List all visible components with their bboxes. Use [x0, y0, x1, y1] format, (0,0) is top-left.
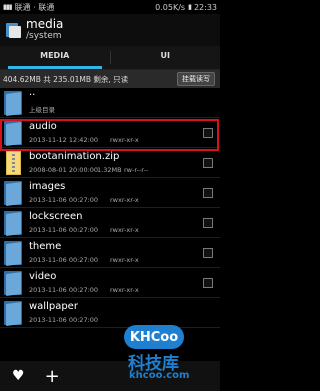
battery-icon: ▮ [188, 3, 192, 11]
file-date: 2013-11-06 00:27:00 [29, 286, 99, 294]
select-checkbox[interactable] [203, 278, 213, 288]
clock: 22:33 [193, 2, 217, 12]
folder-icon [4, 121, 22, 147]
heart-icon[interactable]: ♥ [12, 368, 25, 384]
tab-ui[interactable]: UI [111, 46, 221, 69]
folder-icon [4, 91, 22, 117]
network-speed: 0.05K/s [155, 2, 186, 12]
list-item-wallpaper[interactable]: wallpaper 2013-11-06 00:27:00 [0, 298, 220, 328]
list-item-theme[interactable]: theme 2013-11-06 00:27:00 rwxr-xr-x [0, 238, 220, 268]
folder-icon [4, 241, 22, 267]
file-name: wallpaper [29, 301, 78, 312]
storage-info-bar: 404.62MB 共 235.01MB 剩余, 只读 挂载读写 [0, 70, 220, 88]
file-permissions: rwxr-xr-x [110, 256, 139, 264]
zip-file-icon [4, 151, 22, 175]
file-size: 1.32MB [97, 166, 122, 174]
file-name: audio [29, 121, 57, 132]
mount-rw-button[interactable]: 挂载读写 [177, 72, 215, 86]
file-date: 2013-11-06 00:27:00 [29, 196, 99, 204]
select-checkbox[interactable] [203, 188, 213, 198]
file-date: 2013-11-12 12:42:00 [29, 136, 99, 144]
status-bar: ▮▮▮ 联通 · 联通 0.05K/s ▮ 22:33 [0, 0, 220, 14]
list-item-video[interactable]: video 2013-11-06 00:27:00 rwxr-xr-x [0, 268, 220, 298]
list-item-parent[interactable]: .. 上级目录 [0, 88, 220, 118]
plus-icon[interactable]: + [45, 366, 60, 387]
folder-icon [4, 181, 22, 207]
file-date: 2013-11-06 00:27:00 [29, 226, 99, 234]
file-name: bootanimation.zip [29, 151, 120, 162]
file-name: .. [29, 88, 36, 98]
file-permissions: rwxr-xr-x [110, 226, 139, 234]
bottom-toolbar: ♥ + [0, 361, 220, 391]
file-name: images [29, 181, 66, 192]
folder-title: media [26, 17, 64, 31]
storage-info: 404.62MB 共 235.01MB 剩余, 只读 [3, 74, 129, 84]
file-permissions: rwxr-xr-x [110, 286, 139, 294]
carrier-text: 联通 · 联通 [14, 2, 55, 12]
file-list: .. 上级目录 audio 2013-11-12 12:42:00 rwxr-x… [0, 88, 220, 361]
file-date: 2013-11-06 00:27:00 [29, 316, 99, 324]
folder-icon [4, 271, 22, 297]
folder-icon [4, 211, 22, 237]
select-checkbox[interactable] [203, 218, 213, 228]
file-meta: 上级目录 [29, 106, 55, 114]
select-checkbox[interactable] [203, 248, 213, 258]
select-checkbox[interactable] [203, 158, 213, 168]
file-name: video [29, 271, 57, 282]
file-permissions: rwxr-xr-x [110, 196, 139, 204]
folder-icon [4, 301, 22, 327]
list-item-audio[interactable]: audio 2013-11-12 12:42:00 rwxr-xr-x [0, 118, 220, 148]
title-bar: media /system [0, 14, 220, 46]
file-permissions: rw-r--r-- [124, 166, 149, 174]
file-permissions: rwxr-xr-x [110, 136, 139, 144]
folder-path: /system [26, 31, 62, 41]
app-icon[interactable] [6, 22, 21, 38]
file-name: lockscreen [29, 211, 83, 222]
select-checkbox[interactable] [203, 128, 213, 138]
tab-media[interactable]: MEDIA [0, 46, 110, 69]
file-name: theme [29, 241, 62, 252]
file-date: 2013-11-06 00:27:00 [29, 256, 99, 264]
list-item-lockscreen[interactable]: lockscreen 2013-11-06 00:27:00 rwxr-xr-x [0, 208, 220, 238]
signal-icon: ▮▮▮ [3, 3, 13, 11]
tab-bar: MEDIA UI [0, 46, 220, 70]
list-item-bootanimation[interactable]: bootanimation.zip 2008-08-01 20:00:00 1.… [0, 148, 220, 178]
file-date: 2008-08-01 20:00:00 [29, 166, 99, 174]
list-item-images[interactable]: images 2013-11-06 00:27:00 rwxr-xr-x [0, 178, 220, 208]
